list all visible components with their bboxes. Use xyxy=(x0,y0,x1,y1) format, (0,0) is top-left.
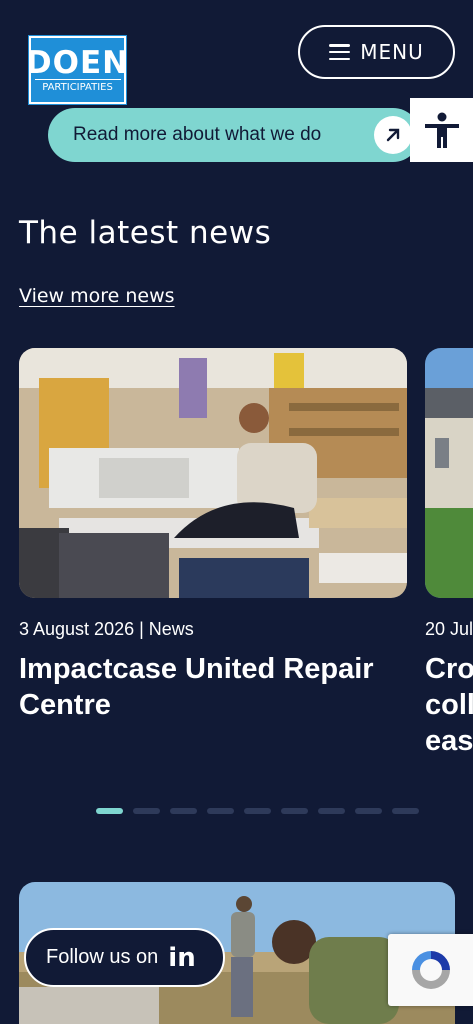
menu-button[interactable]: MENU xyxy=(298,25,455,79)
follow-linkedin-button[interactable]: Follow us on in xyxy=(24,928,225,987)
hamburger-icon xyxy=(329,44,351,60)
news-card[interactable]: 3 August 2026 | News Impactcase United R… xyxy=(19,348,407,721)
carousel-dot[interactable] xyxy=(96,808,123,814)
carousel-dot[interactable] xyxy=(318,808,345,814)
news-card-title-line: Cro xyxy=(425,653,473,685)
news-card-title[interactable]: Cro coll eas xyxy=(425,651,473,759)
menu-label: MENU xyxy=(360,40,424,64)
linkedin-icon: in xyxy=(168,942,196,973)
news-card-meta: 3 August 2026 | News xyxy=(19,619,194,639)
accessibility-person-icon xyxy=(424,112,459,148)
carousel-dot[interactable] xyxy=(170,808,197,814)
carousel-dot[interactable] xyxy=(392,808,419,814)
news-card-image xyxy=(425,348,473,598)
news-card-title-line: Impactcase United Repair xyxy=(19,653,374,685)
news-card-meta: 20 Jul xyxy=(425,619,473,639)
follow-label: Follow us on xyxy=(46,946,159,968)
carousel-dot[interactable] xyxy=(355,808,382,814)
logo-main-text: DOEN xyxy=(25,44,130,81)
recaptcha-icon xyxy=(411,951,450,989)
view-more-news-link[interactable]: View more news xyxy=(19,285,175,307)
news-card-title-line: coll xyxy=(425,689,473,721)
read-more-label: Read more about what we do xyxy=(73,124,322,145)
carousel-dot[interactable] xyxy=(207,808,234,814)
news-card[interactable]: 20 Jul Cro coll eas xyxy=(425,348,473,768)
latest-news-heading: The latest news xyxy=(19,215,272,251)
news-card-title[interactable]: Impactcase United Repair Centre xyxy=(19,651,374,723)
recaptcha-badge[interactable] xyxy=(388,934,473,1006)
logo-sub-text: PARTICIPATIES xyxy=(34,78,121,94)
news-card-title-line: Centre xyxy=(19,689,111,721)
news-card-image xyxy=(19,348,407,598)
carousel-pagination xyxy=(96,808,419,814)
doen-logo[interactable]: DOEN PARTICIPATIES xyxy=(25,35,130,105)
carousel-dot[interactable] xyxy=(244,808,271,814)
accessibility-button[interactable] xyxy=(410,98,473,162)
arrow-up-right-icon xyxy=(374,116,412,154)
carousel-dot[interactable] xyxy=(133,808,160,814)
carousel-dot[interactable] xyxy=(281,808,308,814)
read-more-about-button[interactable]: Read more about what we do xyxy=(48,108,420,162)
news-card-title-line: eas xyxy=(425,725,473,757)
